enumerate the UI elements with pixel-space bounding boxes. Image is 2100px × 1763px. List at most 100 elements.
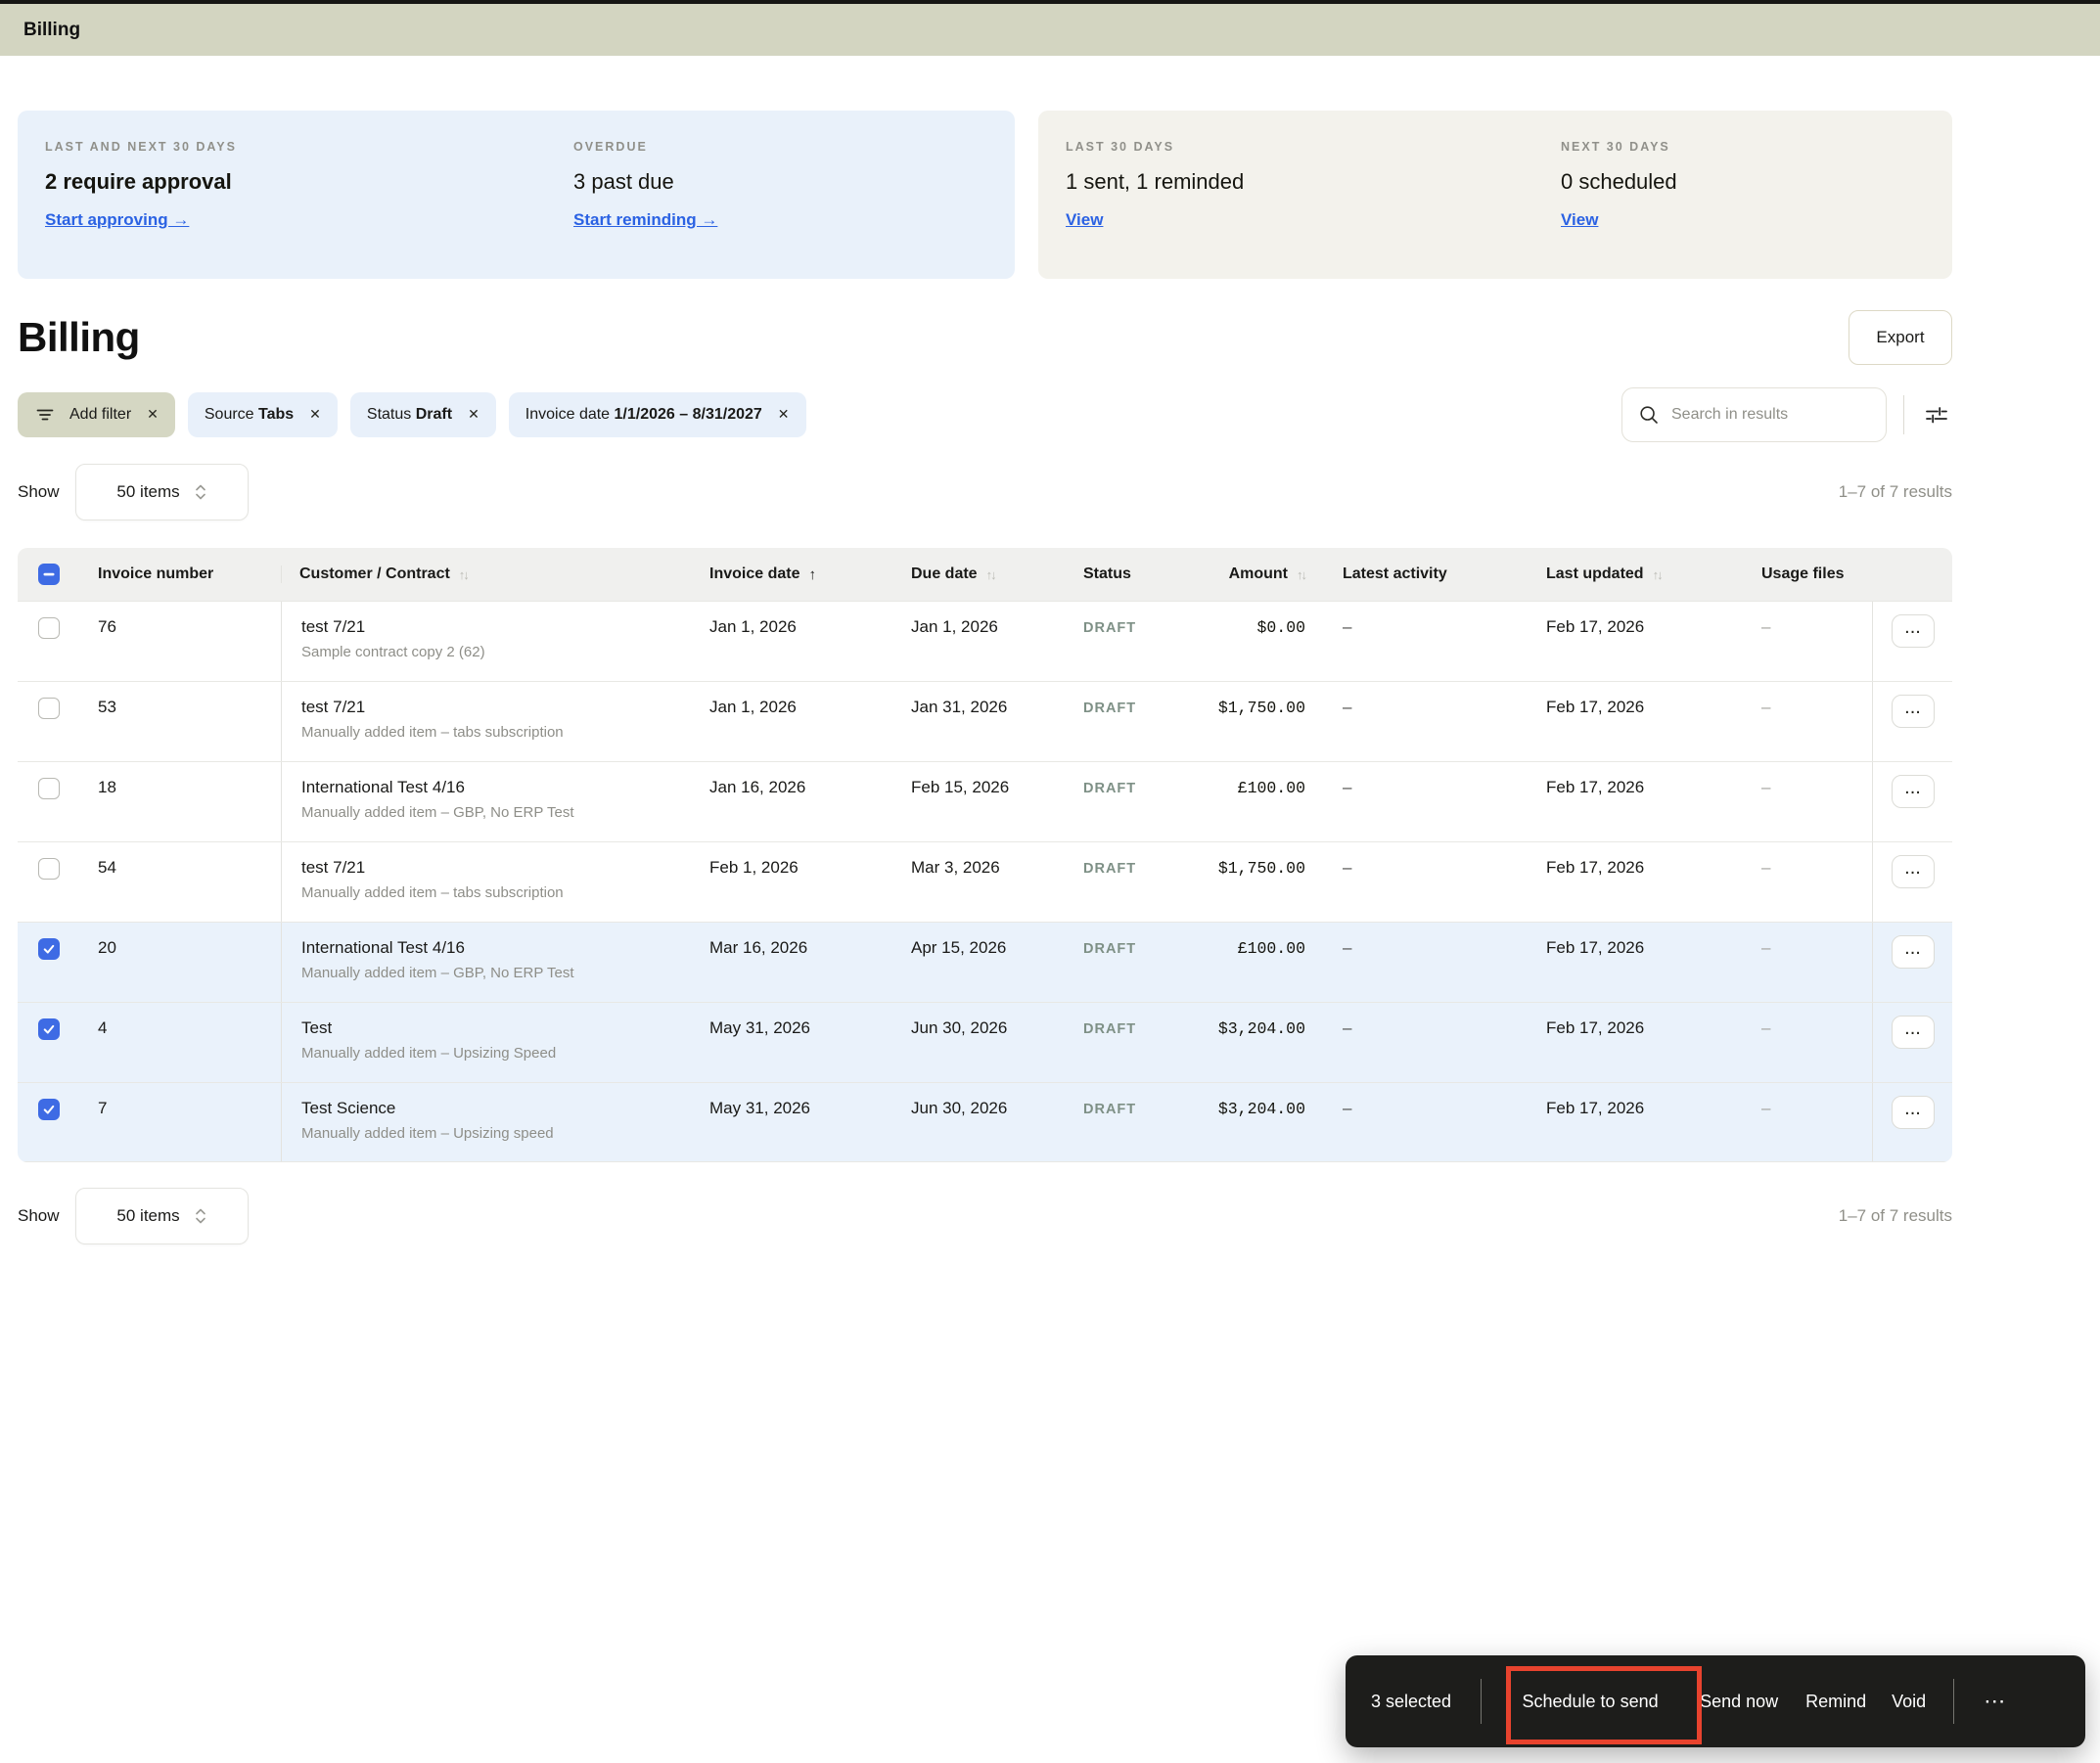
header-checkbox-cell[interactable]	[18, 564, 80, 585]
table-row[interactable]: 4 Test Manually added item – Upsizing Spee…	[18, 1002, 1952, 1082]
actions-cell: ...	[1872, 923, 1952, 1002]
ellipsis-icon: ...	[1904, 1017, 1921, 1039]
summary-card-value: 2 require approval	[45, 169, 232, 194]
start-approving-link[interactable]: Start approving →	[45, 210, 189, 230]
summary-card-label: LAST AND NEXT 30 DAYS	[45, 140, 237, 154]
column-header-due-date[interactable]: Due date ↑↓	[893, 565, 1066, 583]
row-checkbox[interactable]	[38, 778, 60, 799]
page-size-value: 50 items	[116, 482, 180, 501]
filter-chip[interactable]: Invoice date 1/1/2026 – 8/31/2027 ✕	[508, 391, 806, 437]
amount-cell: $3,204.00	[1217, 1100, 1305, 1118]
column-header-last-updated[interactable]: Last updated ↑↓	[1529, 565, 1744, 583]
summary-card-value: 1 sent, 1 reminded	[1066, 169, 1245, 194]
invoice-number-cell: 76	[98, 617, 116, 636]
sort-icon: ↑↓	[1297, 566, 1307, 582]
filter-chip[interactable]: Source Tabs ✕	[187, 391, 338, 437]
row-actions-button[interactable]: ...	[1891, 775, 1935, 808]
status-cell: DRAFT	[1066, 602, 1178, 681]
column-header-invoice-date[interactable]: Invoice date ↑	[692, 565, 893, 583]
schedule-to-send-button[interactable]: Schedule to send	[1492, 1692, 1688, 1712]
row-actions-button[interactable]: ...	[1891, 855, 1935, 888]
actions-cell: ...	[1872, 682, 1952, 761]
status-badge: DRAFT	[1083, 701, 1137, 716]
close-icon[interactable]: ✕	[778, 406, 790, 423]
select-all-checkbox[interactable]	[38, 564, 60, 585]
column-header-usage-files: Usage files	[1744, 565, 1872, 583]
table-row[interactable]: 20 International Test 4/16 Manually added …	[18, 922, 1952, 1002]
row-actions-button[interactable]: ...	[1891, 614, 1935, 648]
send-now-button[interactable]: Send now	[1700, 1692, 1778, 1712]
invoice-date-cell: May 31, 2026	[709, 1018, 811, 1037]
usage-files-cell: –	[1761, 617, 1771, 636]
add-filter-label: Add filter	[69, 405, 132, 423]
customer-contract-cell: International Test 4/16 Manually added it…	[281, 762, 692, 841]
table-row[interactable]: 54 test 7/21 Manually added item – tabs su…	[18, 841, 1952, 922]
row-checkbox[interactable]	[38, 698, 60, 719]
close-icon[interactable]: ✕	[147, 406, 159, 423]
last-updated-cell: Feb 17, 2026	[1546, 938, 1645, 957]
view-sent-link[interactable]: View	[1066, 210, 1103, 230]
status-cell: DRAFT	[1066, 842, 1178, 922]
filter-chip[interactable]: Status Draft ✕	[349, 391, 496, 437]
contract-name: Manually added item – Upsizing speed	[301, 1125, 554, 1142]
table-row[interactable]: 76 test 7/21 Sample contract copy 2 (62) Ja…	[18, 601, 1952, 681]
invoice-number-cell: 53	[98, 698, 116, 716]
row-checkbox[interactable]	[38, 617, 60, 639]
status-badge: DRAFT	[1083, 861, 1137, 877]
bulk-action-bar: 3 selected Schedule to send Send now Rem…	[1346, 1655, 2085, 1747]
customer-name: Test Science	[301, 1099, 396, 1117]
export-button[interactable]: Export	[1849, 310, 1952, 365]
customer-name: test 7/21	[301, 858, 366, 877]
row-checkbox[interactable]	[38, 938, 60, 960]
column-header-amount[interactable]: Amount ↑↓	[1178, 565, 1325, 583]
ellipsis-icon: ...	[1904, 1098, 1921, 1119]
void-button[interactable]: Void	[1892, 1692, 1926, 1712]
selected-count: 3 selected	[1371, 1691, 1452, 1711]
row-checkbox[interactable]	[38, 1018, 60, 1040]
page-title: Billing	[18, 314, 140, 360]
column-header-customer-contract[interactable]: Customer / Contract ↑↓	[281, 565, 692, 583]
row-actions-button[interactable]: ...	[1891, 695, 1935, 728]
due-date-cell: Jan 31, 2026	[911, 698, 1008, 716]
summary-card-item: LAST AND NEXT 30 DAYS 2 require approval S…	[45, 140, 573, 249]
last-updated-cell: Feb 17, 2026	[1546, 1099, 1645, 1117]
remind-button[interactable]: Remind	[1805, 1692, 1866, 1712]
close-icon[interactable]: ✕	[309, 406, 321, 423]
actions-cell: ...	[1872, 1003, 1952, 1082]
customer-contract-cell: International Test 4/16 Manually added it…	[281, 923, 692, 1002]
last-updated-cell: Feb 17, 2026	[1546, 778, 1645, 796]
divider	[1481, 1679, 1483, 1724]
column-header-label: Due date	[911, 565, 978, 582]
table-row[interactable]: 53 test 7/21 Manually added item – tabs su…	[18, 681, 1952, 761]
page-size-select[interactable]: 50 items	[74, 464, 249, 520]
ellipsis-icon: ...	[1904, 616, 1921, 638]
customer-name: Test	[301, 1018, 333, 1037]
ellipsis-icon: ...	[1904, 777, 1921, 798]
row-checkbox[interactable]	[38, 1099, 60, 1120]
row-actions-button[interactable]: ...	[1891, 1016, 1935, 1049]
invoice-number-cell: 7	[98, 1099, 108, 1117]
close-icon[interactable]: ✕	[468, 406, 479, 423]
due-date-cell: Jun 30, 2026	[911, 1018, 1008, 1037]
status-cell: DRAFT	[1066, 1083, 1178, 1161]
view-scheduled-link[interactable]: View	[1561, 210, 1598, 230]
row-actions-button[interactable]: ...	[1891, 935, 1935, 969]
actions-cell: ...	[1872, 602, 1952, 681]
search-input[interactable]	[1671, 405, 1867, 424]
row-checkbox[interactable]	[38, 858, 60, 880]
latest-activity-cell: –	[1343, 1099, 1352, 1117]
topbar-title: Billing	[23, 19, 81, 40]
status-badge: DRAFT	[1083, 620, 1137, 636]
column-header-status: Status	[1066, 565, 1178, 583]
view-settings-button[interactable]	[1921, 400, 1952, 429]
more-actions-button[interactable]: ⋯	[1984, 1689, 2005, 1714]
customer-name: International Test 4/16	[301, 938, 465, 957]
add-filter-chip[interactable]: Add filter ✕	[18, 391, 175, 437]
start-reminding-link[interactable]: Start reminding →	[573, 210, 717, 230]
table-row[interactable]: 7 Test Science Manually added item – Upsiz…	[18, 1082, 1952, 1162]
page-size-select[interactable]: 50 items	[74, 1188, 249, 1244]
table-row[interactable]: 18 International Test 4/16 Manually added …	[18, 761, 1952, 841]
search-box[interactable]	[1621, 386, 1887, 442]
row-actions-button[interactable]: ...	[1891, 1096, 1935, 1129]
due-date-cell: Jan 1, 2026	[911, 617, 998, 636]
